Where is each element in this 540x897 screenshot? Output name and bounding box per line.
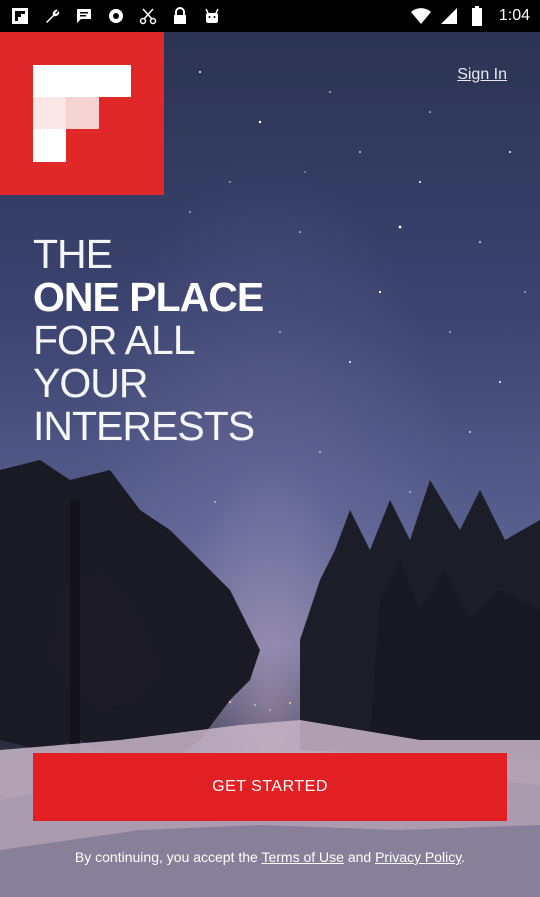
flipboard-logo <box>0 32 164 195</box>
legal-prefix: By continuing, you accept the <box>74 849 258 865</box>
lock-icon <box>170 6 190 26</box>
status-bar: 1:04 <box>0 0 540 32</box>
legal-suffix: . <box>461 849 466 865</box>
headline-line-1: THE <box>33 231 113 277</box>
message-icon <box>74 6 94 26</box>
wrench-icon <box>42 6 62 26</box>
headline: THE ONE PLACE FOR ALL YOUR INTERESTS <box>33 231 264 449</box>
settings-icon <box>106 6 126 26</box>
trees-silhouette <box>0 460 540 897</box>
status-left-icons <box>10 6 222 26</box>
signal-icon <box>439 6 459 26</box>
scissors-icon <box>138 6 158 26</box>
headline-line-4: YOUR <box>33 360 148 406</box>
battery-icon <box>467 6 487 26</box>
android-icon <box>202 6 222 26</box>
sign-in-link[interactable]: Sign In <box>457 66 507 84</box>
wifi-icon <box>410 6 431 26</box>
legal-and: and <box>347 849 372 865</box>
headline-line-2: ONE PLACE <box>33 274 264 320</box>
status-right-icons: 1:04 <box>410 6 530 26</box>
status-time: 1:04 <box>498 7 530 24</box>
terms-of-use-link[interactable]: Terms of Use <box>261 849 343 865</box>
flipboard-logo-icon <box>33 65 131 162</box>
headline-line-5: INTERESTS <box>33 403 255 449</box>
flipboard-icon <box>10 6 30 26</box>
legal-notice: By continuing, you accept the Terms of U… <box>0 849 540 865</box>
get-started-button[interactable]: GET STARTED <box>33 753 507 821</box>
privacy-policy-link[interactable]: Privacy Policy <box>375 849 461 865</box>
headline-line-3: FOR ALL <box>33 317 196 363</box>
